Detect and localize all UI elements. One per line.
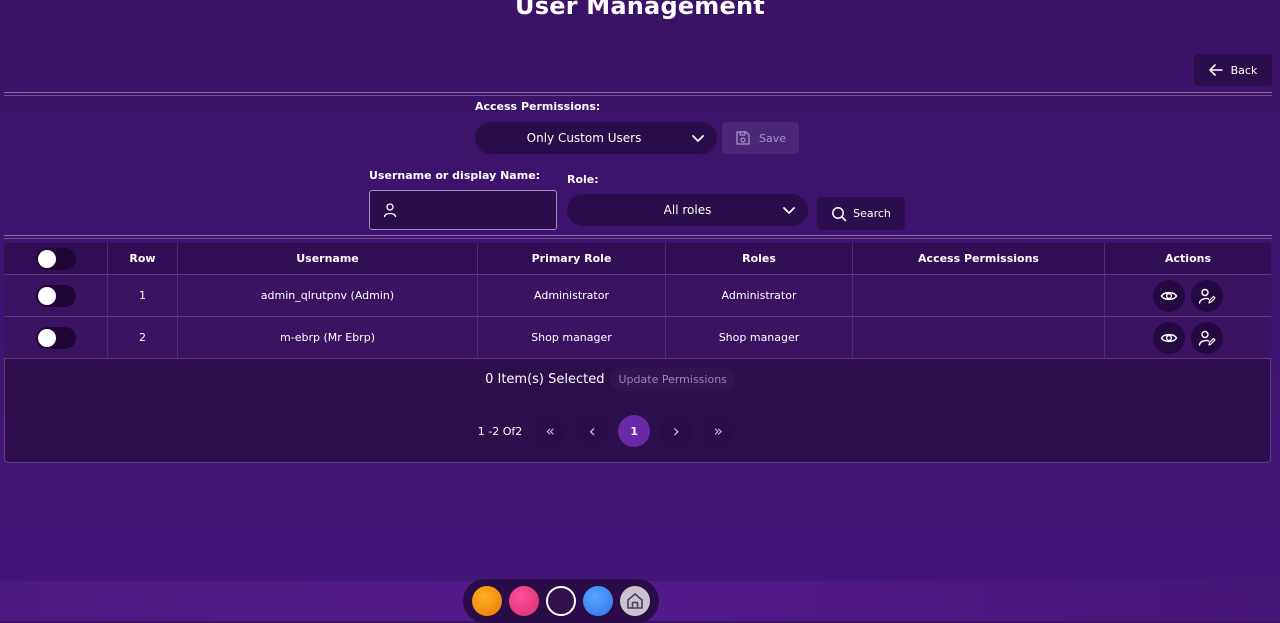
- page-title: User Management: [515, 0, 765, 20]
- orange-theme-button[interactable]: [472, 586, 502, 616]
- chevron-down-icon: [783, 207, 795, 214]
- select-all-toggle[interactable]: [35, 247, 76, 270]
- update-permissions-button[interactable]: Update Permissions: [610, 368, 735, 391]
- roles-cell: Administrator: [665, 274, 853, 317]
- column-header-roles: Roles: [665, 243, 853, 275]
- back-label: Back: [1230, 63, 1258, 77]
- role-value: All roles: [663, 203, 712, 217]
- primary-role-cell: Administrator: [477, 274, 666, 317]
- previous-page-button[interactable]: ‹: [576, 415, 609, 447]
- edit-user-button[interactable]: [1191, 279, 1223, 312]
- view-button[interactable]: [1153, 321, 1185, 354]
- arrow-left-icon: [1208, 64, 1223, 76]
- select-all-header: [4, 243, 108, 275]
- chevron-down-icon: [692, 135, 704, 142]
- pagination: 1 -2 Of2 « ‹ 1 › »: [0, 415, 1280, 447]
- eye-icon: [1160, 333, 1178, 342]
- save-button[interactable]: Save: [722, 122, 799, 154]
- column-header-access-permissions: Access Permissions: [852, 243, 1105, 275]
- divider: [4, 235, 1272, 236]
- row-select-toggle[interactable]: [35, 326, 76, 349]
- double-chevron-left-icon: «: [545, 422, 555, 440]
- purple-theme-button[interactable]: [546, 586, 576, 616]
- divider: [4, 95, 1272, 96]
- table-row: 2 m-ebrp (Mr Ebrp) Shop manager Shop man…: [4, 316, 1271, 359]
- table-row: 1 admin_qlrutpnv (Admin) Administrator A…: [4, 274, 1271, 317]
- users-table: Row Username Primary Role Roles Access P…: [4, 243, 1271, 359]
- username-input[interactable]: [369, 190, 557, 230]
- floppy-disk-icon: [736, 131, 750, 145]
- username-cell: m-ebrp (Mr Ebrp): [177, 316, 478, 359]
- role-select[interactable]: All roles: [567, 194, 808, 226]
- home-button[interactable]: [620, 586, 650, 616]
- view-button[interactable]: [1153, 279, 1185, 312]
- save-label: Save: [758, 131, 786, 145]
- row-select-cell: [4, 316, 108, 359]
- search-button[interactable]: Search: [817, 197, 905, 230]
- access-permissions-cell: [852, 274, 1105, 317]
- column-header-username: Username: [177, 243, 478, 275]
- last-page-button[interactable]: »: [702, 415, 735, 447]
- selected-count: 0 Item(s) Selected: [485, 372, 605, 387]
- edit-user-button[interactable]: [1191, 321, 1223, 354]
- roles-cell: Shop manager: [665, 316, 853, 359]
- selection-bar: 0 Item(s) Selected Update Permissions: [0, 368, 1280, 391]
- eye-icon: [1160, 291, 1178, 300]
- actions-cell: [1104, 274, 1271, 317]
- username-cell: admin_qlrutpnv (Admin): [177, 274, 478, 317]
- divider: [4, 92, 1272, 93]
- access-permissions-label: Access Permissions:: [475, 100, 601, 113]
- search-icon: [832, 206, 847, 221]
- search-label: Search: [853, 207, 891, 220]
- pagination-info: 1 -2 Of2: [477, 424, 523, 438]
- theme-dock: [463, 579, 659, 623]
- chevron-left-icon: ‹: [588, 420, 596, 442]
- primary-role-cell: Shop manager: [477, 316, 666, 359]
- blue-theme-button[interactable]: [583, 586, 613, 616]
- next-page-button[interactable]: ›: [660, 415, 693, 447]
- row-select-toggle[interactable]: [35, 284, 76, 307]
- pink-theme-button[interactable]: [509, 586, 539, 616]
- table-header-row: Row Username Primary Role Roles Access P…: [4, 243, 1271, 275]
- row-number: 2: [107, 316, 178, 359]
- column-header-row: Row: [107, 243, 178, 275]
- home-icon: [627, 593, 643, 609]
- first-page-button[interactable]: «: [534, 415, 567, 447]
- access-permissions-cell: [852, 316, 1105, 359]
- user-edit-icon: [1198, 330, 1216, 346]
- back-button[interactable]: Back: [1194, 54, 1272, 86]
- actions-cell: [1104, 316, 1271, 359]
- row-select-cell: [4, 274, 108, 317]
- chevron-right-icon: ›: [672, 420, 680, 442]
- access-permissions-select[interactable]: Only Custom Users: [475, 122, 717, 154]
- user-edit-icon: [1198, 288, 1216, 304]
- access-permissions-value: Only Custom Users: [526, 131, 642, 145]
- row-number: 1: [107, 274, 178, 317]
- username-label: Username or display Name:: [369, 169, 541, 182]
- user-icon: [383, 203, 397, 218]
- column-header-actions: Actions: [1104, 243, 1271, 275]
- column-header-primary-role: Primary Role: [477, 243, 666, 275]
- divider: [4, 238, 1272, 239]
- page-button-current[interactable]: 1: [618, 415, 651, 447]
- role-label: Role:: [567, 173, 599, 186]
- double-chevron-right-icon: »: [713, 422, 723, 440]
